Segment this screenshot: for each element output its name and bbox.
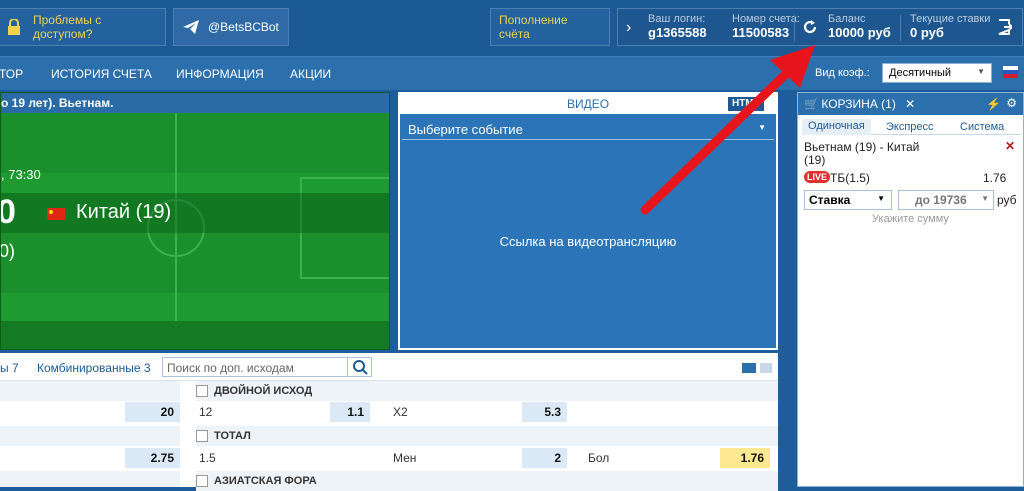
account-value: 11500583: [732, 25, 790, 40]
russian-flag-icon[interactable]: [1003, 66, 1018, 78]
deposit-button[interactable]: Пополнение счёта: [490, 8, 610, 46]
columns-view-icon[interactable]: [742, 363, 756, 373]
total-header[interactable]: ТОТАЛ: [196, 426, 778, 446]
total-under-label: Мен: [393, 451, 417, 465]
total-over-label: Бол: [588, 451, 610, 465]
video-panel: ВИДЕО HTML Выберите событие ▼ Ссылка на …: [398, 92, 778, 350]
match-time: , 73:30: [1, 167, 41, 182]
remove-bet-icon[interactable]: ✕: [1005, 139, 1015, 153]
nav-item-history[interactable]: ИСТОРИЯ СЧЕТА: [51, 67, 152, 81]
tab-express[interactable]: Экспресс: [886, 121, 934, 133]
bot-label: @BetsBCBot: [208, 20, 279, 34]
double-a-odds[interactable]: 1.1: [330, 402, 370, 422]
flash-icon[interactable]: ⚡: [986, 97, 1001, 111]
markets-panel: ы 7 Комбинированные 3 Поиск по доп. исхо…: [0, 353, 778, 491]
double-b-odds[interactable]: 5.3: [522, 402, 567, 422]
market-odds-20[interactable]: 20: [125, 402, 180, 422]
checkbox[interactable]: [196, 430, 208, 443]
login-value: g1365588: [648, 25, 707, 40]
access-problems-label: Проблемы с доступом?: [33, 13, 102, 41]
bet-slip-header: 🛒 КОРЗИНА (1) ✕ ⚡ ⚙: [798, 93, 1023, 115]
double-a-label: 12: [199, 405, 213, 419]
main-nav: ТОР ИСТОРИЯ СЧЕТА ИНФОРМАЦИЯ АКЦИИ Вид к…: [0, 56, 1024, 90]
caret-down-icon: ▼: [981, 194, 989, 203]
current-bets-value: 0 руб: [910, 25, 944, 40]
top-bar: Проблемы с доступом? @BetsBCBot Пополнен…: [0, 0, 1024, 56]
account-panel: › Ваш логин: g1365588 Номер счета: 11500…: [617, 8, 1023, 46]
live-badge: LIVE: [804, 171, 831, 183]
checkbox[interactable]: [196, 385, 208, 398]
close-icon[interactable]: ✕: [905, 97, 915, 111]
lock-icon: [7, 18, 21, 35]
score-sub: 0): [0, 241, 16, 261]
list-view-icon[interactable]: [760, 363, 772, 373]
odds-format-value: Десятичный: [889, 67, 952, 79]
gear-icon[interactable]: ⚙: [1006, 96, 1017, 110]
double-chance-header[interactable]: ДВОЙНОЙ ИСХОД: [196, 381, 778, 401]
markets-search-input[interactable]: Поиск по доп. исходам: [162, 357, 372, 377]
tab-system[interactable]: Система: [960, 121, 1004, 133]
video-stream-link[interactable]: Ссылка на видеотрансляцию: [400, 234, 776, 249]
login-label: Ваш логин:: [648, 13, 706, 25]
access-problems-button[interactable]: Проблемы с доступом?: [0, 8, 166, 46]
search-icon[interactable]: [347, 357, 371, 377]
double-b-label: X2: [393, 405, 408, 419]
markets-toolbar: ы 7 Комбинированные 3 Поиск по доп. исхо…: [0, 353, 778, 381]
chevron-down-icon: ▼: [977, 67, 985, 76]
total-under-odds[interactable]: 2: [522, 448, 567, 468]
bet-slip-tabs: Одиночная Экспресс Система: [802, 119, 1021, 135]
cart-icon: 🛒: [804, 97, 819, 111]
match-title: о 19 лет). Вьетнам.: [1, 93, 389, 113]
balance-label: Баланс: [828, 13, 866, 25]
stake-hint: Укажите сумму: [872, 213, 949, 225]
china-flag-icon: [47, 208, 65, 220]
total-line: 1.5: [199, 451, 216, 465]
balance-value: 10000 руб: [828, 25, 891, 40]
logout-icon[interactable]: [998, 19, 1014, 38]
html-badge[interactable]: HTML: [728, 97, 764, 111]
nav-item-0[interactable]: ТОР: [0, 67, 23, 81]
account-label: Номер счета:: [732, 13, 800, 25]
market-odds-2-75[interactable]: 2.75: [125, 448, 180, 468]
video-title: ВИДЕО: [400, 94, 776, 114]
bet-event-name: Вьетнам (19) - Китай (19): [804, 140, 920, 167]
total-over-odds[interactable]: 1.76: [720, 448, 770, 468]
live-score-panel: о 19 лет). Вьетнам. , 73:30 0 Китай (19)…: [0, 92, 390, 350]
nav-item-info[interactable]: ИНФОРМАЦИЯ: [176, 67, 264, 81]
asian-handicap-header[interactable]: АЗИАТСКАЯ ФОРА: [196, 471, 778, 491]
tab-markets[interactable]: ы 7: [0, 361, 19, 375]
bet-slip-title: КОРЗИНА (1): [821, 97, 896, 111]
refresh-icon[interactable]: [802, 19, 818, 38]
currency-label: руб: [997, 193, 1017, 207]
bet-type: ТБ(1.5): [830, 171, 870, 185]
score-value: 0: [1, 193, 16, 232]
video-event-select[interactable]: Выберите событие ▼: [402, 118, 774, 140]
odds-format-label: Вид коэф.:: [815, 67, 870, 79]
checkbox[interactable]: [196, 475, 208, 488]
telegram-bot-button[interactable]: @BetsBCBot: [173, 8, 289, 46]
team-name: Китай (19): [76, 201, 172, 223]
caret-down-icon: ▼: [758, 123, 766, 132]
nav-item-promos[interactable]: АКЦИИ: [290, 67, 331, 81]
bet-slip-panel: 🛒 КОРЗИНА (1) ✕ ⚡ ⚙ Одиночная Экспресс С…: [797, 92, 1024, 487]
tab-single[interactable]: Одиночная: [802, 119, 871, 135]
telegram-icon: [182, 19, 200, 35]
chevron-right-icon[interactable]: ›: [626, 19, 631, 37]
tab-combined[interactable]: Комбинированные 3: [37, 361, 151, 375]
odds-format-select[interactable]: Десятичный ▼: [882, 63, 992, 83]
deposit-label: Пополнение счёта: [499, 13, 568, 41]
stake-amount-input[interactable]: до 19736 ▼: [898, 190, 994, 210]
caret-down-icon: ▼: [877, 194, 885, 203]
current-bets-label: Текущие ставки: [910, 13, 991, 25]
stake-type-select[interactable]: Ставка ▼: [804, 190, 892, 210]
bet-odds: 1.76: [983, 171, 1007, 185]
